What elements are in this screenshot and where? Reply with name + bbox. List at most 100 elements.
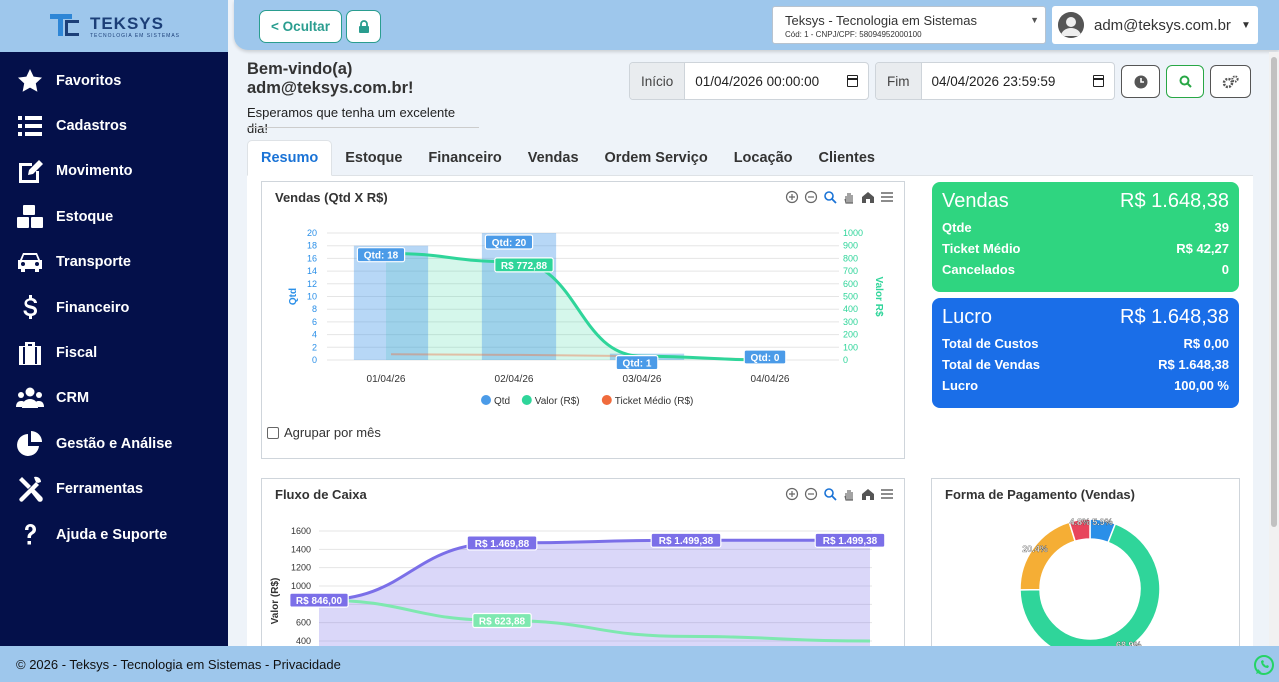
y-tick-label: 0 bbox=[312, 355, 317, 365]
vendas-chart-panel: Vendas (Qtd X R$) 0 2 4 6 8 10 12 14 16 18 20 0 100 2… bbox=[261, 181, 905, 459]
tab-vendas[interactable]: Vendas bbox=[515, 140, 592, 176]
tab-estoque[interactable]: Estoque bbox=[332, 140, 415, 176]
x-tick-label: 01/04/26 bbox=[367, 374, 406, 385]
tab-ordem-servico[interactable]: Ordem Serviço bbox=[592, 140, 721, 176]
footer: © 2026 - Teksys - Tecnologia em Sistemas… bbox=[0, 646, 1279, 682]
welcome-title: Bem-vindo(a) adm@teksys.com.br! bbox=[247, 60, 414, 97]
scrollbar-thumb[interactable] bbox=[1271, 57, 1277, 527]
sidebar-item-financeiro[interactable]: Financeiro bbox=[0, 285, 228, 330]
logo[interactable]: TEKSYS TECNOLOGIA EM SISTEMAS bbox=[48, 12, 180, 40]
y-tick-label: 1600 bbox=[291, 526, 311, 536]
card-row-value: R$ 1.648,38 bbox=[1158, 357, 1229, 372]
fluxo-area bbox=[319, 540, 870, 647]
legend-label: Valor (R$) bbox=[535, 396, 580, 407]
y-tick-label: 1200 bbox=[291, 563, 311, 573]
briefcase-icon bbox=[14, 339, 46, 367]
cash-flow-panel: Fluxo de Caixa 1600140012001000800600400… bbox=[261, 478, 905, 647]
fluxo-data-label: R$ 1.499,38 bbox=[659, 536, 714, 547]
start-date-group: Início 01/04/2026 00:00:00 bbox=[629, 62, 869, 100]
y-tick-label: 10 bbox=[307, 292, 317, 302]
hide-sidebar-button[interactable]: < Ocultar bbox=[259, 10, 342, 43]
y-tick-label: 600 bbox=[296, 618, 311, 628]
start-date-value: 01/04/2026 00:00:00 bbox=[695, 73, 820, 89]
sidebar-item-favoritos[interactable]: Favoritos bbox=[0, 58, 228, 103]
sidebar-item-estoque[interactable]: Estoque bbox=[0, 194, 228, 239]
sidebar-item-label: Ajuda e Suporte bbox=[56, 526, 168, 543]
sidebar-item-movimento[interactable]: Movimento bbox=[0, 149, 228, 194]
search-icon bbox=[1179, 75, 1192, 88]
tab-clientes[interactable]: Clientes bbox=[806, 140, 888, 176]
pie-slice bbox=[1019, 521, 1077, 591]
legend-marker bbox=[521, 395, 532, 405]
chevron-down-icon: ▼ bbox=[1030, 15, 1039, 25]
tab-financeiro[interactable]: Financeiro bbox=[415, 140, 514, 176]
search-button[interactable] bbox=[1166, 65, 1204, 98]
card-row-label: Total de Custos bbox=[942, 336, 1039, 351]
card-row-label: Qtde bbox=[942, 220, 972, 235]
logo-mark-icon bbox=[49, 14, 79, 36]
x-tick-label: 04/04/26 bbox=[751, 374, 790, 385]
y-axis-label: Qtd bbox=[288, 288, 299, 305]
cash-flow-chart: 1600140012001000800600400Valor (R$)R$ 84… bbox=[270, 526, 886, 647]
card-row-value: 39 bbox=[1214, 220, 1229, 235]
y2-axis-label: Valor R$ bbox=[873, 276, 884, 316]
lock-button[interactable] bbox=[346, 10, 381, 43]
tab-bar: Resumo Estoque Financeiro Vendas Ordem Servi… bbox=[247, 140, 1253, 176]
calendar-icon[interactable] bbox=[847, 75, 858, 87]
sidebar-item-ajuda-e-suporte[interactable]: Ajuda e Suporte bbox=[0, 512, 228, 557]
sidebar-item-ferramentas[interactable]: Ferramentas bbox=[0, 467, 228, 512]
welcome-subtitle: Esperamos que tenha um excelente dia! bbox=[247, 105, 456, 136]
scrollbar[interactable] bbox=[1269, 52, 1279, 646]
group-by-month-label: Agrupar por mês bbox=[284, 425, 381, 440]
tools-icon bbox=[14, 475, 46, 503]
welcome-block: Bem-vindo(a) adm@teksys.com.br! Esperamo… bbox=[247, 60, 479, 137]
end-date-value: 04/04/2026 23:59:59 bbox=[931, 73, 1056, 89]
sidebar-item-cadastros[interactable]: Cadastros bbox=[0, 103, 228, 148]
start-date-input[interactable]: 01/04/2026 00:00:00 bbox=[685, 63, 868, 99]
y2-tick-label: 0 bbox=[843, 355, 848, 365]
qtd-bar bbox=[481, 233, 557, 360]
boxes-icon bbox=[14, 203, 46, 231]
company-name: Teksys - Tecnologia em Sistemas bbox=[785, 13, 977, 28]
x-tick-label: 02/04/26 bbox=[495, 374, 534, 385]
card-row-value: R$ 42,27 bbox=[1176, 241, 1229, 256]
topbar: < Ocultar Teksys - Tecnologia em Sistema… bbox=[234, 0, 1279, 50]
card-row-label: Ticket Médio bbox=[942, 241, 1021, 256]
lock-icon bbox=[358, 20, 369, 33]
card-row-label: Lucro bbox=[942, 378, 979, 393]
settings-button[interactable] bbox=[1210, 65, 1251, 98]
tab-locacao[interactable]: Locação bbox=[721, 140, 806, 176]
payment-method-panel: Forma de Pagamento (Vendas) 5.9% 68.9% 20.… bbox=[931, 478, 1240, 647]
qtd-data-label: Qtd: 20 bbox=[492, 238, 527, 249]
card-title: Lucro bbox=[942, 306, 993, 328]
sidebar-item-transporte[interactable]: Transporte bbox=[0, 240, 228, 285]
qtd-bar bbox=[353, 245, 429, 360]
y-tick-label: 2 bbox=[312, 342, 317, 352]
sidebar-item-fiscal[interactable]: Fiscal bbox=[0, 330, 228, 375]
vendas-chart: 0246810121416182001002003004005006007008… bbox=[288, 228, 884, 407]
qtd-data-label: Qtd: 0 bbox=[751, 353, 780, 364]
legend-label: Ticket Médio (R$) bbox=[615, 396, 694, 407]
group-by-month-checkbox[interactable] bbox=[267, 426, 279, 439]
calendar-icon[interactable] bbox=[1093, 75, 1104, 87]
card-title: Vendas bbox=[942, 190, 1009, 212]
logo-subtitle: TECNOLOGIA EM SISTEMAS bbox=[89, 32, 181, 39]
company-select[interactable]: Teksys - Tecnologia em Sistemas Cód: 1 -… bbox=[772, 6, 1046, 44]
legend-marker bbox=[601, 395, 612, 405]
history-button[interactable] bbox=[1121, 65, 1160, 98]
y2-tick-label: 300 bbox=[843, 317, 858, 327]
y-tick-label: 12 bbox=[307, 279, 317, 289]
sidebar-item-crm[interactable]: CRM bbox=[0, 376, 228, 421]
company-cnpj: Cód: 1 - CNPJ/CPF: 58094952000100 bbox=[785, 30, 922, 39]
logo-name: TEKSYS bbox=[89, 13, 164, 33]
sidebar-item-gest-o-e-an-lise[interactable]: Gestão e Análise bbox=[0, 421, 228, 466]
y2-tick-label: 700 bbox=[843, 266, 858, 276]
user-menu[interactable]: adm@teksys.com.br ▼ bbox=[1052, 6, 1258, 44]
end-date-input[interactable]: 04/04/2026 23:59:59 bbox=[922, 63, 1115, 99]
y-axis-label: Valor (R$) bbox=[270, 578, 281, 625]
whatsapp-icon[interactable] bbox=[1253, 654, 1275, 676]
payment-pie-chart: 5.9%68.9%20.4%4.8% bbox=[1019, 517, 1161, 647]
tab-resumo[interactable]: Resumo bbox=[247, 140, 333, 176]
y2-tick-label: 800 bbox=[843, 253, 858, 263]
card-row-label: Cancelados bbox=[942, 262, 1015, 277]
